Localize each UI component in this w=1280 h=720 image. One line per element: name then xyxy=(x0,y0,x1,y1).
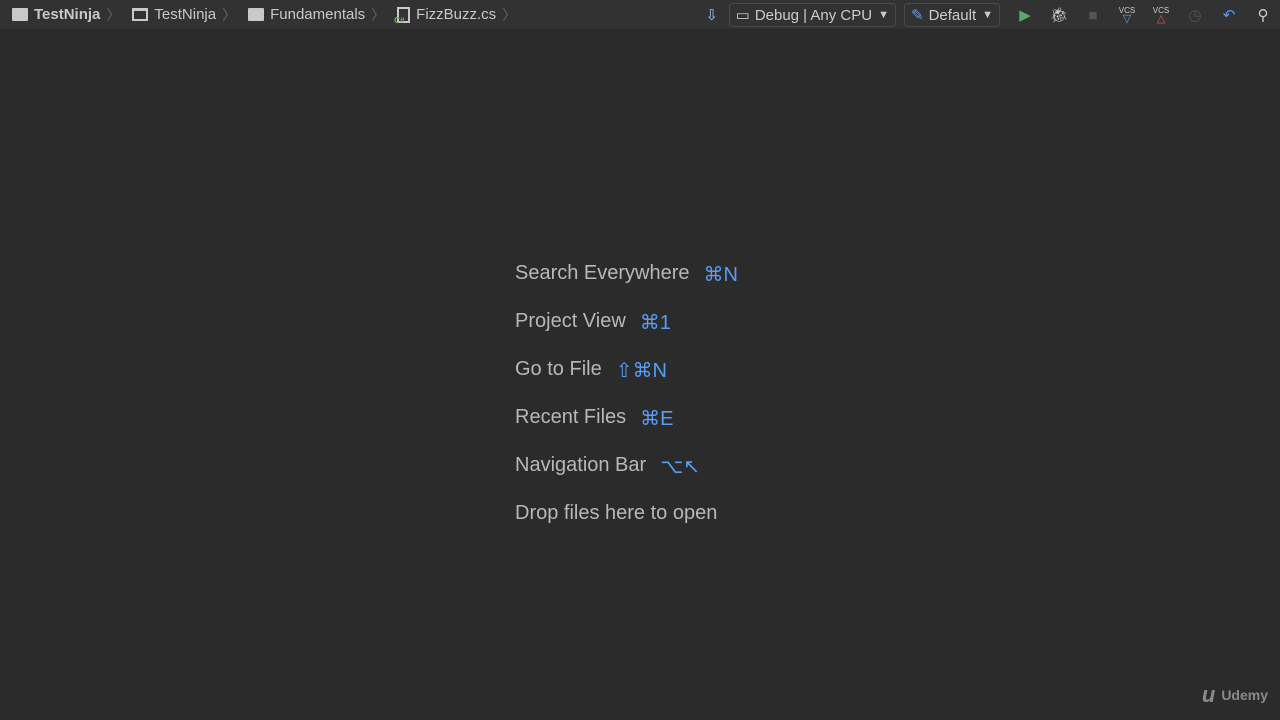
chevron-down-icon: ▼ xyxy=(982,9,993,21)
hint-go-to-file: Go to File ⇧⌘N xyxy=(515,358,667,382)
debug-icon[interactable]: 🐞︎ xyxy=(1046,6,1072,24)
breadcrumb-solution[interactable]: TestNinja 〉 xyxy=(12,5,120,25)
hint-search-everywhere: Search Everywhere ⌘N xyxy=(515,262,738,286)
stop-icon[interactable]: ■ xyxy=(1080,7,1106,24)
search-icon[interactable]: ⚲ xyxy=(1250,6,1276,24)
undo-icon[interactable]: ↶ xyxy=(1216,6,1242,24)
udemy-watermark: u Udemy xyxy=(1201,682,1268,707)
hint-project-view: Project View ⌘1 xyxy=(515,310,671,334)
folder-icon xyxy=(248,8,265,21)
folder-icon xyxy=(12,8,28,21)
udemy-logo-icon: u xyxy=(1201,682,1216,707)
drop-files-hint: Drop files here to open xyxy=(515,502,718,524)
vcs-commit-icon[interactable]: VCS △ xyxy=(1148,6,1174,25)
chevron-down-icon: ▼ xyxy=(878,9,889,21)
config-icon: ▭ xyxy=(735,7,750,24)
history-icon[interactable]: ◷ xyxy=(1182,6,1208,24)
csharp-file-icon: C# xyxy=(394,6,411,25)
build-icon[interactable]: ⇩ xyxy=(699,6,725,24)
vcs-update-icon[interactable]: VCS ▽ xyxy=(1114,6,1140,25)
breadcrumb-folder[interactable]: Fundamentals 〉 xyxy=(248,5,385,25)
breadcrumb-project[interactable]: TestNinja 〉 xyxy=(132,5,236,25)
window-icon xyxy=(132,8,149,21)
hint-navigation-bar: Navigation Bar ⌥↖ xyxy=(515,454,700,478)
run-icon[interactable]: ▶ xyxy=(1012,6,1038,24)
target-icon: ✎ xyxy=(911,7,924,24)
empty-editor-hints: Search Everywhere ⌘N Project View ⌘1 Go to… xyxy=(515,262,738,550)
configuration-dropdown[interactable]: ▭ Debug | Any CPU ▼ xyxy=(728,3,896,27)
run-target-dropdown[interactable]: ✎ Default ▼ xyxy=(904,3,1000,27)
breadcrumb-file[interactable]: C# FizzBuzz.cs 〉 xyxy=(394,5,516,25)
navigation-toolbar: TestNinja 〉 TestNinja 〉 Fundamentals 〉 C# Fi… xyxy=(0,0,1280,30)
hint-recent-files: Recent Files ⌘E xyxy=(515,406,674,430)
